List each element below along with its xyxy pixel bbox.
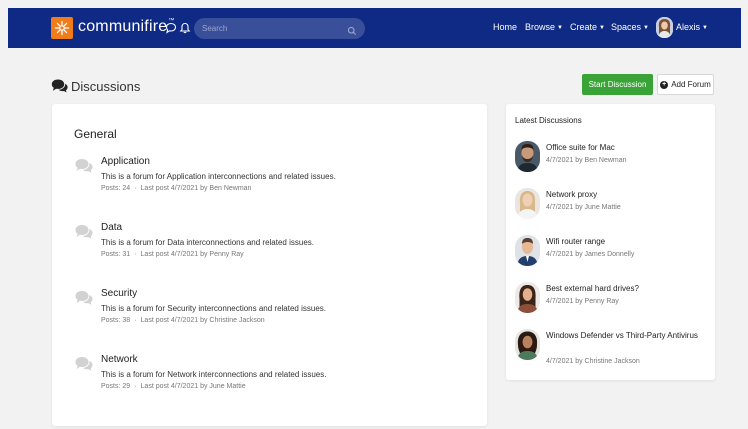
user-avatar[interactable]: [656, 17, 673, 38]
search-icon[interactable]: [347, 23, 357, 35]
forum-description: This is a forum for Application intercon…: [101, 172, 336, 181]
forum-description: This is a forum for Data interconnection…: [101, 238, 314, 247]
latest-item-title[interactable]: Office suite for Mac: [546, 141, 711, 154]
discussions-icon: [51, 79, 68, 93]
latest-discussions-card: Latest Discussions Office suite for Mac …: [506, 104, 715, 380]
separator: ·: [134, 383, 137, 390]
forum-name[interactable]: Security: [101, 288, 137, 299]
latest-item-meta: 4/7/2021 by Penny Ray: [546, 298, 619, 305]
add-forum-label: Add Forum: [671, 80, 711, 89]
forum-description: This is a forum for Network interconnect…: [101, 370, 327, 379]
page-title: Discussions: [71, 79, 141, 94]
forum-meta: Posts: 24 · Last post 4/7/2021 by Ben Newm…: [101, 185, 251, 192]
forum-item[interactable]: Security This is a forum for Security in…: [74, 288, 474, 338]
forum-name[interactable]: Application: [101, 156, 150, 167]
avatar[interactable]: [515, 329, 540, 360]
communifire-logo-icon[interactable]: [51, 17, 73, 39]
user-menu[interactable]: Alexis ▼: [676, 22, 708, 32]
separator: ·: [134, 317, 137, 324]
forum-description: This is a forum for Security interconnec…: [101, 304, 326, 313]
avatar[interactable]: [515, 282, 540, 313]
latest-item[interactable]: Best external hard drives? 4/7/2021 by P…: [515, 282, 711, 316]
latest-item-title[interactable]: Best external hard drives?: [546, 282, 711, 295]
chat-bubbles-icon: [74, 222, 94, 240]
latest-item-meta: 4/7/2021 by Ben Newman: [546, 157, 627, 164]
forum-post-count: Posts: 29: [101, 383, 131, 390]
latest-item-title[interactable]: Windows Defender vs Third-Party Antiviru…: [546, 329, 711, 342]
forum-item[interactable]: Data This is a forum for Data interconne…: [74, 222, 474, 272]
forum-last-post: Last post 4/7/2021 by June Mattie: [140, 383, 246, 390]
top-navbar: communifire™ Home Browse▼ Create▼ Spaces…: [8, 8, 741, 48]
forum-last-post: Last post 4/7/2021 by Christine Jackson: [140, 317, 265, 324]
latest-item-meta: 4/7/2021 by James Donnelly: [546, 251, 635, 258]
avatar[interactable]: [515, 235, 540, 266]
nav-spaces[interactable]: Spaces ▼: [611, 22, 649, 32]
nav-create[interactable]: Create ▼: [570, 22, 605, 32]
add-forum-button[interactable]: + Add Forum: [657, 74, 714, 95]
forums-card: General Application This is a forum for …: [52, 104, 487, 426]
forum-post-count: Posts: 38: [101, 317, 131, 324]
forum-name[interactable]: Network: [101, 354, 138, 365]
latest-item[interactable]: Windows Defender vs Third-Party Antiviru…: [515, 329, 711, 371]
nav-home[interactable]: Home: [493, 22, 517, 32]
forum-item[interactable]: Application This is a forum for Applicat…: [74, 156, 474, 206]
chat-bubble-icon[interactable]: [164, 20, 178, 36]
avatar[interactable]: [515, 141, 540, 172]
chat-bubbles-icon: [74, 288, 94, 306]
forum-last-post: Last post 4/7/2021 by Ben Newman: [140, 185, 252, 192]
search-box[interactable]: [194, 18, 365, 39]
forum-last-post: Last post 4/7/2021 by Penny Ray: [140, 251, 244, 258]
latest-item-title[interactable]: Network proxy: [546, 188, 711, 201]
latest-item-meta: 4/7/2021 by Christine Jackson: [546, 358, 640, 365]
latest-item[interactable]: Wifi router range 4/7/2021 by James Donn…: [515, 235, 711, 269]
separator: ·: [134, 251, 137, 258]
chevron-down-icon: ▼: [702, 25, 708, 31]
forum-meta: Posts: 31 · Last post 4/7/2021 by Penny Ra…: [101, 251, 244, 258]
latest-item[interactable]: Office suite for Mac 4/7/2021 by Ben New…: [515, 141, 711, 175]
latest-item-title[interactable]: Wifi router range: [546, 235, 711, 248]
chevron-down-icon: ▼: [643, 25, 649, 31]
forum-post-count: Posts: 31: [101, 251, 131, 258]
chat-bubbles-icon: [74, 354, 94, 372]
chevron-down-icon: ▼: [557, 25, 563, 31]
nav-browse[interactable]: Browse ▼: [525, 22, 563, 32]
brand-name[interactable]: communifire™: [78, 18, 175, 36]
chat-bubbles-icon: [74, 156, 94, 174]
forum-name[interactable]: Data: [101, 222, 122, 233]
start-discussion-button[interactable]: Start Discussion: [582, 74, 653, 95]
latest-discussions-title: Latest Discussions: [515, 116, 582, 125]
latest-item-meta: 4/7/2021 by June Mattie: [546, 204, 621, 211]
search-input[interactable]: [202, 21, 342, 36]
separator: ·: [134, 185, 137, 192]
forum-post-count: Posts: 24: [101, 185, 131, 192]
forum-item[interactable]: Network This is a forum for Network inte…: [74, 354, 474, 404]
bell-icon[interactable]: [178, 20, 192, 36]
avatar[interactable]: [515, 188, 540, 219]
latest-item[interactable]: Network proxy 4/7/2021 by June Mattie: [515, 188, 711, 222]
section-title: General: [74, 127, 117, 141]
forum-meta: Posts: 38 · Last post 4/7/2021 by Christin…: [101, 317, 265, 324]
chevron-down-icon: ▼: [599, 25, 605, 31]
plus-circle-icon: +: [660, 80, 669, 89]
forum-meta: Posts: 29 · Last post 4/7/2021 by June Mat…: [101, 383, 246, 390]
